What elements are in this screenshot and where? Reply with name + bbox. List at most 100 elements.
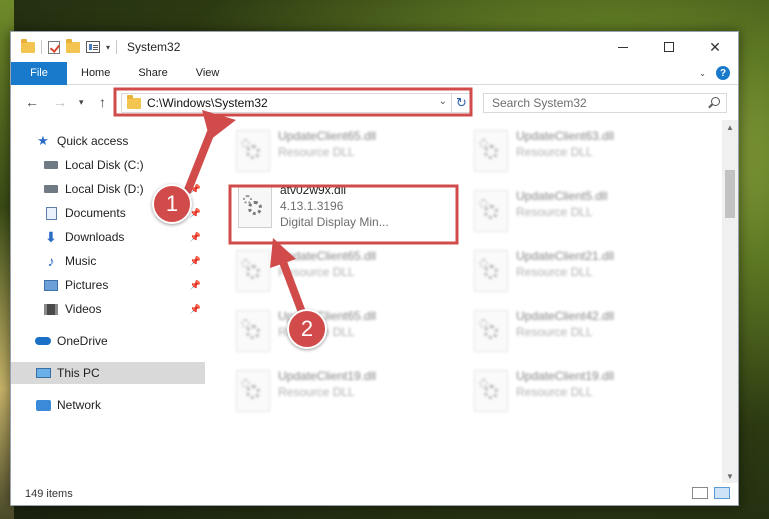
tab-file[interactable]: File [11,61,67,85]
tab-share[interactable]: Share [124,62,181,85]
drive-icon [43,158,59,172]
sidebar-item-label: Documents [65,206,126,220]
address-dropdown-chevron-icon[interactable]: ⌄ [439,96,447,107]
star-icon: ★ [37,133,49,148]
step-2-badge: 2 [287,309,327,349]
sidebar-item-local-disk-c[interactable]: Local Disk (C:) [11,154,205,176]
scrollbar-thumb[interactable] [725,170,735,218]
search-icon[interactable] [711,97,720,106]
back-arrow-icon[interactable]: ← [25,94,39,110]
file-tile[interactable]: UpdateClient65.dll Resource DLL [224,244,452,298]
scroll-down-arrow-icon[interactable]: ▼ [722,469,738,483]
file-type: Resource DLL [278,145,355,159]
address-bar[interactable]: C:\Windows\System32 ⌄ ↻ [121,93,472,113]
pin-icon[interactable]: 📌 [190,256,201,267]
file-tile[interactable]: UpdateClient5.dll Resource DLL [462,184,690,238]
folder-icon [127,94,141,109]
dll-file-icon [474,310,508,352]
quick-access-toolbar: ▾ System32 [11,38,181,54]
file-tile[interactable]: UpdateClient42.dll Resource DLL [462,304,690,358]
refresh-icon[interactable]: ↻ [451,93,471,113]
address-path[interactable]: C:\Windows\System32 [141,96,268,110]
file-type: Resource DLL [516,145,593,159]
file-tile-atv02w9x[interactable]: atv02w9x.dll 4.13.1.3196 Digital Display… [230,180,458,234]
minimize-button[interactable] [600,32,646,62]
close-icon: ✕ [709,38,721,55]
expand-ribbon-chevron-icon[interactable]: ⌄ [699,69,706,78]
close-button[interactable]: ✕ [692,32,738,62]
file-version: 4.13.1.3196 [280,199,344,213]
sidebar-item-label: Local Disk (D:) [65,182,144,196]
dll-file-icon [236,130,270,172]
maximize-button[interactable] [646,32,692,62]
file-name: UpdateClient63.dll [516,129,615,143]
pin-icon[interactable]: 📌 [190,280,201,291]
properties-icon[interactable] [86,41,100,53]
new-folder-icon[interactable] [66,38,80,53]
ribbon-right-controls: ⌄ ? [699,66,730,80]
dll-file-icon [236,370,270,412]
file-type: Resource DLL [278,385,355,399]
sidebar-item-label: Videos [65,302,102,316]
sidebar-item-downloads[interactable]: ⬇ Downloads 📌 [11,226,205,248]
file-tile[interactable]: UpdateClient21.dll Resource DLL [462,244,690,298]
file-tile[interactable]: UpdateClient63.dll Resource DLL [462,124,690,178]
view-toggle [692,487,730,499]
drive-icon [43,182,59,196]
properties-check-icon[interactable] [48,40,60,54]
file-tile[interactable]: UpdateClient65.dllResource DLL [224,304,452,358]
videos-icon [43,302,59,316]
search-input[interactable]: Search System32 [484,96,587,110]
pictures-icon [43,278,59,292]
sidebar-item-pictures[interactable]: Pictures 📌 [11,274,205,296]
file-list: UpdateClient65.dll Resource DLL UpdateCli… [214,120,722,483]
file-type: Resource DLL [516,325,593,339]
help-icon[interactable]: ? [716,66,730,80]
sidebar-item-label: Music [65,254,97,268]
file-name: UpdateClient65.dll [278,249,377,263]
search-box[interactable]: Search System32 [483,93,727,113]
recent-locations-chevron-icon[interactable]: ▾ [79,97,84,108]
customize-toolbar-chevron-icon[interactable]: ▾ [106,43,110,52]
sidebar-item-network[interactable]: Network [11,394,205,416]
tab-home[interactable]: Home [67,62,124,85]
forward-arrow-icon[interactable]: → [53,94,67,110]
pin-icon[interactable]: 📌 [190,184,201,195]
dll-file-icon [474,130,508,172]
window-title: System32 [127,40,181,54]
file-name: UpdateClient19.dll [516,369,615,383]
sidebar-item-label: Pictures [65,278,109,292]
dll-file-icon [474,250,508,292]
file-type: Resource DLL [278,265,355,279]
toolbar-divider [41,40,42,54]
sidebar-item-label: Local Disk (C:) [65,158,144,172]
dll-file-icon [474,190,508,232]
sidebar-item-music[interactable]: ♪ Music 📌 [11,250,205,272]
file-tile[interactable]: UpdateClient65.dllResource DLL [224,124,452,178]
vertical-scrollbar[interactable]: ▲ ▼ [722,120,738,483]
sidebar-item-label: Quick access [57,134,129,148]
dll-file-icon [236,310,270,352]
sidebar-item-label: Network [57,398,102,412]
up-arrow-icon[interactable]: ↑ [99,94,106,110]
details-view-icon[interactable] [692,487,708,499]
sidebar-item-videos[interactable]: Videos 📌 [11,298,205,320]
sidebar-item-this-pc[interactable]: This PC [11,362,205,384]
scroll-up-arrow-icon[interactable]: ▲ [722,120,738,134]
dll-file-icon [236,250,270,292]
tiles-view-icon[interactable] [714,487,730,499]
title-bar: ▾ System32 ✕ [11,32,738,62]
tab-view[interactable]: View [182,62,234,85]
sidebar-item-label: This PC [57,366,100,380]
file-type: Resource DLL [516,385,593,399]
dll-file-icon [238,186,272,228]
sidebar-item-quick-access[interactable]: ★ Quick access [11,130,205,152]
pin-icon[interactable]: 📌 [190,208,201,219]
pin-icon[interactable]: 📌 [190,304,201,315]
file-tile[interactable]: UpdateClient19.dll Resource DLL [224,364,452,418]
file-name: UpdateClient21.dll [516,249,615,263]
pin-icon[interactable]: 📌 [190,232,201,243]
file-name: UpdateClient42.dll [516,309,615,323]
file-tile[interactable]: UpdateClient19.dll Resource DLL [462,364,690,418]
sidebar-item-onedrive[interactable]: OneDrive [11,330,205,352]
